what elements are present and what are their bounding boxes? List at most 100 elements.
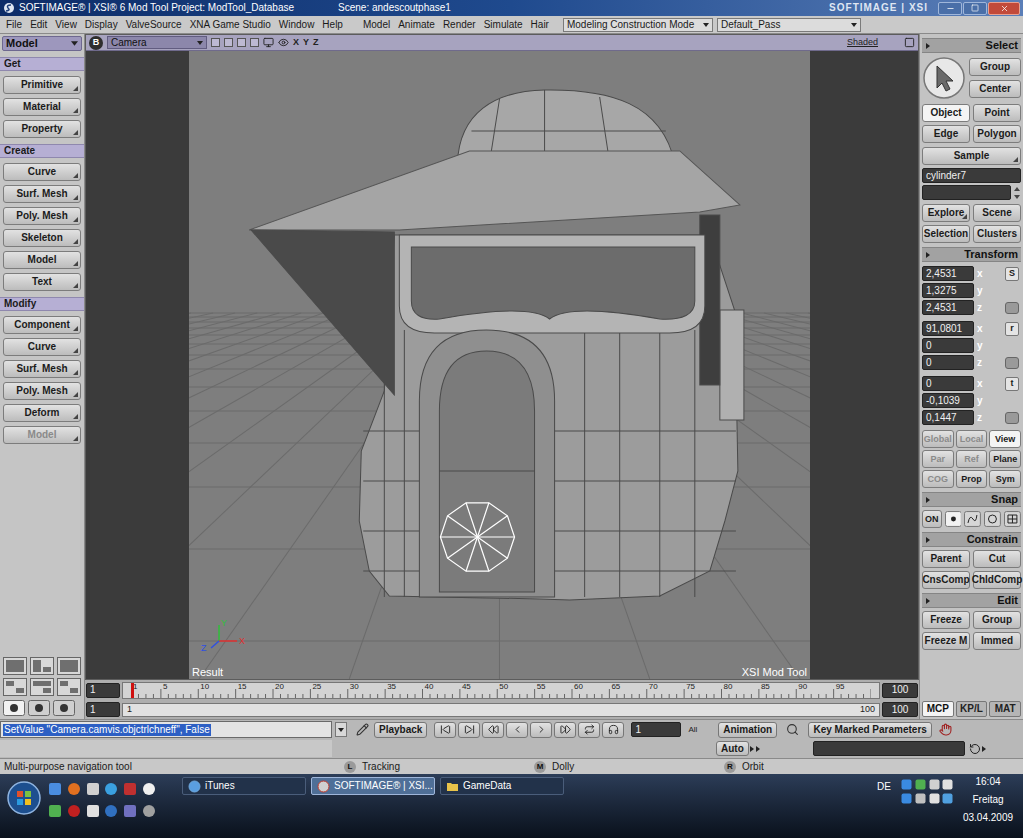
- sample-button[interactable]: Sample: [922, 147, 1021, 165]
- close-button[interactable]: [988, 2, 1020, 15]
- key-marked-button[interactable]: Key Marked Parameters: [808, 722, 932, 738]
- constrain-button[interactable]: CnsComp: [922, 571, 970, 589]
- transform-field[interactable]: 0: [922, 338, 974, 353]
- menu-item[interactable]: File: [2, 20, 26, 30]
- tray-icon[interactable]: [942, 793, 953, 804]
- panel-header[interactable]: Snap: [922, 492, 1021, 507]
- module-menu-item[interactable]: Model: [359, 20, 394, 30]
- key-field[interactable]: [813, 741, 965, 756]
- constrain-button[interactable]: ChldComp: [973, 571, 1021, 589]
- panel-tab[interactable]: MAT: [989, 701, 1021, 717]
- quick-launch-icon[interactable]: [123, 782, 137, 796]
- command-history-button[interactable]: [335, 722, 347, 737]
- tray-icon[interactable]: [929, 793, 940, 804]
- transport-button[interactable]: [530, 722, 552, 738]
- snap-option-icon[interactable]: [964, 511, 981, 527]
- edit-button[interactable]: Immed: [973, 632, 1021, 650]
- tool-button[interactable]: Skeleton: [3, 229, 81, 247]
- reference-button[interactable]: View: [989, 430, 1021, 448]
- playback-button[interactable]: Playback: [374, 722, 427, 738]
- reference-button[interactable]: Plane: [989, 450, 1021, 468]
- layout-icon[interactable]: [3, 678, 27, 696]
- tool-button[interactable]: Surf. Mesh: [3, 185, 81, 203]
- quick-launch-icon[interactable]: [67, 804, 81, 818]
- transform-field[interactable]: 2,4531: [922, 300, 974, 315]
- reference-button[interactable]: Ref: [956, 450, 988, 468]
- transform-lock-button[interactable]: [1005, 357, 1019, 369]
- menu-item[interactable]: XNA Game Studio: [186, 20, 275, 30]
- clock[interactable]: 16:04Freitag03.04.2009: [953, 774, 1023, 838]
- maximize-icon[interactable]: [904, 37, 915, 48]
- camera-dropdown[interactable]: Camera: [107, 36, 207, 49]
- range-in-field[interactable]: 1: [86, 702, 120, 717]
- explore-button[interactable]: Explore: [922, 204, 970, 222]
- minimize-button[interactable]: [938, 2, 962, 15]
- quick-launch-icon[interactable]: [104, 804, 118, 818]
- transform-mode-button[interactable]: t: [1005, 377, 1019, 391]
- tool-button[interactable]: Poly. Mesh: [3, 382, 81, 400]
- menu-item[interactable]: Edit: [26, 20, 51, 30]
- transform-mode-button[interactable]: r: [1005, 322, 1019, 336]
- layout-icon[interactable]: [30, 657, 54, 675]
- axis-toggle[interactable]: Y: [303, 38, 309, 47]
- reference-button[interactable]: Par: [922, 450, 954, 468]
- filter-button[interactable]: Object: [922, 104, 970, 122]
- tray-icon[interactable]: [915, 779, 926, 790]
- end-frame-field[interactable]: 100: [882, 683, 918, 698]
- scroll-arrows-icon[interactable]: [1013, 186, 1021, 200]
- tool-button[interactable]: Primitive: [3, 76, 81, 94]
- hand-icon[interactable]: [939, 723, 952, 736]
- tray-icon[interactable]: [901, 793, 912, 804]
- menu-item[interactable]: Display: [81, 20, 122, 30]
- menu-item[interactable]: View: [51, 20, 81, 30]
- select-arrow-icon[interactable]: [922, 56, 966, 100]
- quick-launch-icon[interactable]: [86, 804, 100, 818]
- script-editor-icon[interactable]: [356, 723, 369, 736]
- reference-button[interactable]: Prop: [956, 470, 988, 488]
- panel-header[interactable]: Edit: [922, 593, 1021, 608]
- start-orb-icon[interactable]: [6, 780, 42, 816]
- filter-button[interactable]: Edge: [922, 125, 970, 143]
- selection-field[interactable]: cylinder7: [922, 168, 1021, 183]
- edit-button[interactable]: Freeze M: [922, 632, 970, 650]
- layout-icon[interactable]: [3, 657, 27, 675]
- panel-tab[interactable]: MCP: [922, 701, 954, 717]
- animation-button[interactable]: Animation: [718, 722, 777, 738]
- transform-field[interactable]: 0: [922, 355, 974, 370]
- transform-field[interactable]: 91,0801: [922, 321, 974, 336]
- tray-icon[interactable]: [901, 779, 912, 790]
- layout-icon[interactable]: [57, 678, 81, 696]
- panel-header[interactable]: Constrain: [922, 532, 1021, 547]
- view-option-box[interactable]: [211, 38, 220, 47]
- toolbar-icon[interactable]: [28, 700, 50, 716]
- reference-button[interactable]: COG: [922, 470, 954, 488]
- task-button[interactable]: SOFTIMAGE® | XSI...: [311, 777, 435, 795]
- transform-field[interactable]: 0: [922, 376, 974, 391]
- section-header[interactable]: Get: [0, 57, 84, 71]
- command-line[interactable]: SetValue "Camera.camvis.objctrlchneff", …: [0, 721, 332, 738]
- search-icon[interactable]: [786, 723, 799, 736]
- section-header[interactable]: Create: [0, 144, 84, 158]
- explore-button[interactable]: Selection: [922, 225, 970, 243]
- module-menu-item[interactable]: Render: [439, 20, 480, 30]
- quick-launch-icon[interactable]: [104, 782, 118, 796]
- quick-launch-icon[interactable]: [142, 782, 156, 796]
- monitor-icon[interactable]: [263, 37, 274, 48]
- module-menu-item[interactable]: Animate: [394, 20, 439, 30]
- tool-button[interactable]: Curve: [3, 338, 81, 356]
- reference-button[interactable]: Local: [956, 430, 988, 448]
- quick-launch-icon[interactable]: [48, 804, 62, 818]
- menu-item[interactable]: Window: [275, 20, 319, 30]
- panel-tab[interactable]: KP/L: [956, 701, 988, 717]
- transport-button[interactable]: [458, 722, 480, 738]
- current-frame-field[interactable]: 1: [631, 722, 681, 737]
- language-indicator[interactable]: DE: [877, 774, 901, 838]
- helmet-model[interactable]: [249, 90, 744, 600]
- transform-lock-button[interactable]: [1005, 302, 1019, 314]
- task-button[interactable]: GameData: [440, 777, 564, 795]
- tool-button[interactable]: Model: [3, 426, 81, 444]
- tool-button[interactable]: Text: [3, 273, 81, 291]
- transform-field[interactable]: 1,3275: [922, 283, 974, 298]
- auto-key-button[interactable]: Auto: [716, 741, 749, 756]
- layout-icon[interactable]: [57, 657, 81, 675]
